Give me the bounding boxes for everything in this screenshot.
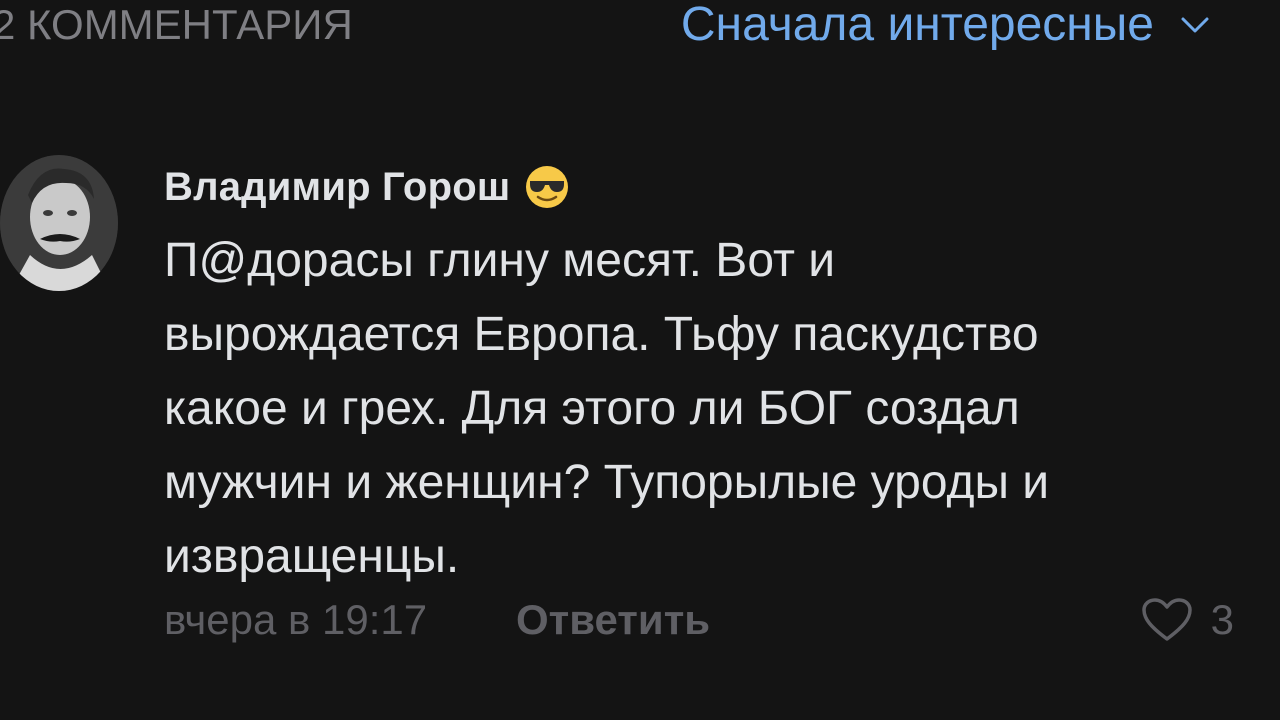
comment-text: П@дорасы глину месят. Вот и вырождается … — [164, 224, 1234, 594]
comment-text-line: какое и грех. Для этого ли БОГ создал — [164, 382, 1020, 435]
like-count: 3 — [1210, 596, 1234, 643]
comment-body: Владимир Горош П@дорасы глину месят. Вот… — [164, 150, 1234, 643]
comment-text-line: П@дорасы глину месят. Вот и — [164, 234, 836, 287]
comment-text-line: мужчин и женщин? Тупорылые уроды и — [164, 456, 1050, 509]
like-button[interactable]: 3 — [1141, 590, 1234, 650]
sort-label[interactable]: Сначала интересные — [681, 0, 1154, 50]
comments-header: 2 КОММЕНТАРИЯ Сначала интересные — [0, 0, 1280, 60]
comment-text-line: вырождается Европа. Тьфу паскудство — [164, 308, 1039, 361]
comment-timestamp: вчера в 19:17 — [164, 596, 428, 643]
comment-text-line: извращенцы. — [164, 530, 460, 583]
comments-count-label: 2 КОММЕНТАРИЯ — [0, 1, 353, 48]
comment-footer: вчера в 19:17 Ответить 3 — [164, 590, 1234, 650]
author-row: Владимир Горош — [164, 150, 1234, 224]
sort-dropdown[interactable]: Сначала интересные — [681, 0, 1210, 50]
sunglasses-emoji-icon — [526, 166, 569, 208]
author-name[interactable]: Владимир Горош — [164, 150, 510, 224]
avatar[interactable] — [0, 155, 118, 291]
avatar-photo — [0, 155, 118, 291]
heart-icon[interactable] — [1141, 597, 1193, 643]
chevron-down-icon[interactable] — [1180, 15, 1210, 35]
reply-button[interactable]: Ответить — [516, 590, 710, 650]
